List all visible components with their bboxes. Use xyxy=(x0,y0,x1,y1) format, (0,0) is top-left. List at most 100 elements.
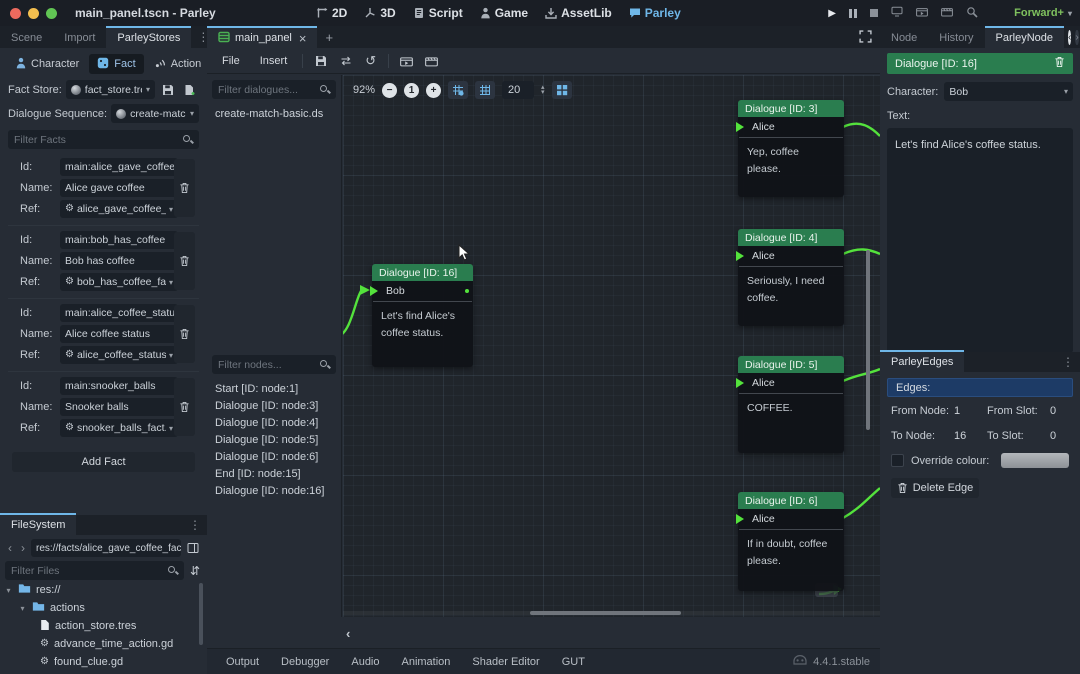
tab-filesystem[interactable]: FileSystem xyxy=(0,513,76,535)
zoom-window-button[interactable] xyxy=(46,8,57,19)
node-list-item[interactable]: Dialogue [ID: node:6] xyxy=(212,448,336,465)
workspace-game[interactable]: Game xyxy=(480,6,528,20)
collapse-sidebar-icon[interactable]: ‹ xyxy=(346,626,350,641)
node-header[interactable]: Dialogue [ID: 4] xyxy=(738,229,844,246)
save-store-button[interactable] xyxy=(159,81,177,99)
nav-back-icon[interactable]: ‹ xyxy=(5,541,15,555)
dock-menu-icon[interactable]: ⋮ xyxy=(1056,355,1080,369)
workspace-parley[interactable]: Parley xyxy=(629,6,681,20)
colour-swatch[interactable] xyxy=(1001,453,1069,468)
bottom-tab-gut[interactable]: GUT xyxy=(553,656,594,668)
delete-edge-button[interactable]: Delete Edge xyxy=(891,478,979,498)
node-list-item[interactable]: End [ID: node:15] xyxy=(212,465,336,482)
tree-scrollbar[interactable] xyxy=(199,583,203,645)
graph-node-dialogue-4[interactable]: Dialogue [ID: 4] Alice Seriously, I need… xyxy=(738,229,844,326)
nav-forward-icon[interactable]: › xyxy=(18,541,28,555)
input-port[interactable] xyxy=(736,514,744,524)
add-fact-button[interactable]: Add Fact xyxy=(12,452,195,472)
filter-files-input[interactable] xyxy=(5,561,184,580)
bottom-tab-debugger[interactable]: Debugger xyxy=(272,656,338,668)
expand-panel-icon[interactable] xyxy=(859,30,872,46)
tree-item-script[interactable]: ⚙ advance_time_action.gd xyxy=(4,635,203,653)
renderer-settings-icon[interactable] xyxy=(966,6,978,21)
minimize-window-button[interactable] xyxy=(28,8,39,19)
insert-menu[interactable]: Insert xyxy=(251,55,297,67)
tab-parleynode[interactable]: ParleyNode xyxy=(985,26,1064,48)
node-list-item[interactable]: Dialogue [ID: node:3] xyxy=(212,397,336,414)
graph-node-dialogue-16[interactable]: Dialogue [ID: 16] Bob Let's find Alice's… xyxy=(372,264,473,367)
fact-id-field[interactable]: main:bob_has_coffee xyxy=(60,231,178,249)
dialogue-sequence-dropdown[interactable]: create-match- ▾ xyxy=(111,104,199,123)
snap-spinner[interactable]: ▴▾ xyxy=(541,85,545,95)
graph-node-dialogue-6[interactable]: Dialogue [ID: 6] Alice If in doubt, coff… xyxy=(738,492,844,591)
file-menu[interactable]: File xyxy=(213,55,249,67)
renderer-selector[interactable]: Forward+ ▾ xyxy=(1014,0,1072,26)
tab-import[interactable]: Import xyxy=(53,28,106,48)
bottom-tab-output[interactable]: Output xyxy=(217,656,268,668)
delete-fact-button[interactable] xyxy=(174,159,195,217)
workspace-3d[interactable]: 3D xyxy=(364,6,395,20)
history-back-button[interactable]: ‹ xyxy=(1068,30,1071,45)
tab-parleystores[interactable]: ParleyStores xyxy=(106,26,191,48)
node-header[interactable]: Dialogue [ID: 5] xyxy=(738,356,844,373)
delete-node-button[interactable] xyxy=(1054,56,1065,71)
fact-name-field[interactable]: Bob has coffee xyxy=(60,252,178,270)
tab-history[interactable]: History xyxy=(928,28,984,48)
pause-button[interactable] xyxy=(849,9,857,18)
collapse-icon[interactable]: ▾ xyxy=(4,586,13,595)
store-tab-fact[interactable]: Fact xyxy=(89,54,143,74)
zoom-reset-button[interactable]: 1 xyxy=(404,83,419,98)
node-header[interactable]: Dialogue [ID: 16] xyxy=(372,264,473,281)
undo-icon[interactable]: ↺ xyxy=(359,51,382,71)
fact-ref-dropdown[interactable]: ⚙bob_has_coffee_fac▾ xyxy=(60,273,178,291)
new-store-button[interactable] xyxy=(181,81,199,99)
bottom-tab-shader-editor[interactable]: Shader Editor xyxy=(463,656,548,668)
delete-fact-button[interactable] xyxy=(174,305,195,363)
input-port[interactable] xyxy=(736,378,744,388)
tab-scene[interactable]: Scene xyxy=(0,28,53,48)
tree-item-folder[interactable]: ▾ actions xyxy=(4,599,203,617)
node-list-item[interactable]: Dialogue [ID: node:5] xyxy=(212,431,336,448)
fact-id-field[interactable]: main:alice_gave_coffee xyxy=(60,158,178,176)
test-dialogue-play-icon[interactable] xyxy=(395,51,418,71)
character-dropdown[interactable]: Bob ▾ xyxy=(944,82,1073,101)
node-header[interactable]: Dialogue [ID: 3] xyxy=(738,100,844,117)
close-tab-icon[interactable]: × xyxy=(299,31,307,46)
fact-name-field[interactable]: Alice coffee status xyxy=(60,325,178,343)
fact-ref-dropdown[interactable]: ⚙alice_coffee_status_▾ xyxy=(60,346,178,364)
dialogue-file-item[interactable]: create-match-basic.ds xyxy=(212,105,336,122)
delete-fact-button[interactable] xyxy=(174,232,195,290)
output-port[interactable] xyxy=(465,289,469,293)
node-header[interactable]: Dialogue [ID: 6] xyxy=(738,492,844,509)
hscrollbar-thumb[interactable] xyxy=(530,611,681,615)
sort-files-icon[interactable]: ⇵ xyxy=(188,564,202,578)
store-tab-action[interactable]: Action xyxy=(146,54,210,74)
fact-ref-dropdown[interactable]: ⚙snooker_balls_fact.▾ xyxy=(60,419,178,437)
zoom-in-button[interactable]: + xyxy=(426,83,441,98)
fact-store-dropdown[interactable]: fact_store.tre ▾ xyxy=(66,80,155,99)
sync-button[interactable] xyxy=(334,51,357,71)
tree-item-file[interactable]: action_store.tres xyxy=(4,617,203,635)
collapse-icon[interactable]: ▾ xyxy=(18,604,27,613)
input-port[interactable] xyxy=(370,286,378,296)
close-window-button[interactable] xyxy=(10,8,21,19)
input-port[interactable] xyxy=(736,122,744,132)
split-view-icon[interactable] xyxy=(184,539,202,557)
fact-name-field[interactable]: Alice gave coffee xyxy=(60,179,178,197)
node-list-item[interactable]: Dialogue [ID: node:16] xyxy=(212,482,336,499)
override-colour-checkbox[interactable] xyxy=(891,454,904,467)
filter-facts-input[interactable] xyxy=(8,130,199,149)
arrange-nodes-icon[interactable] xyxy=(552,81,572,99)
snap-distance-field[interactable]: 20 xyxy=(502,81,534,99)
movie-maker-play-icon[interactable] xyxy=(916,6,928,20)
stop-button[interactable] xyxy=(870,9,878,17)
dialogue-text-area[interactable]: Let's find Alice's coffee status. xyxy=(887,128,1073,353)
current-path-field[interactable]: res://facts/alice_gave_coffee_fact.g xyxy=(31,539,181,557)
play-button[interactable]: ▶ xyxy=(828,8,836,19)
bottom-tab-animation[interactable]: Animation xyxy=(393,656,460,668)
fact-ref-dropdown[interactable]: ⚙alice_gave_coffee_f▾ xyxy=(60,200,178,218)
test-dialogue-icon[interactable] xyxy=(420,51,443,71)
delete-fact-button[interactable] xyxy=(174,378,195,436)
store-tab-character[interactable]: Character xyxy=(8,54,87,74)
filter-dialogues-input[interactable] xyxy=(212,80,336,99)
